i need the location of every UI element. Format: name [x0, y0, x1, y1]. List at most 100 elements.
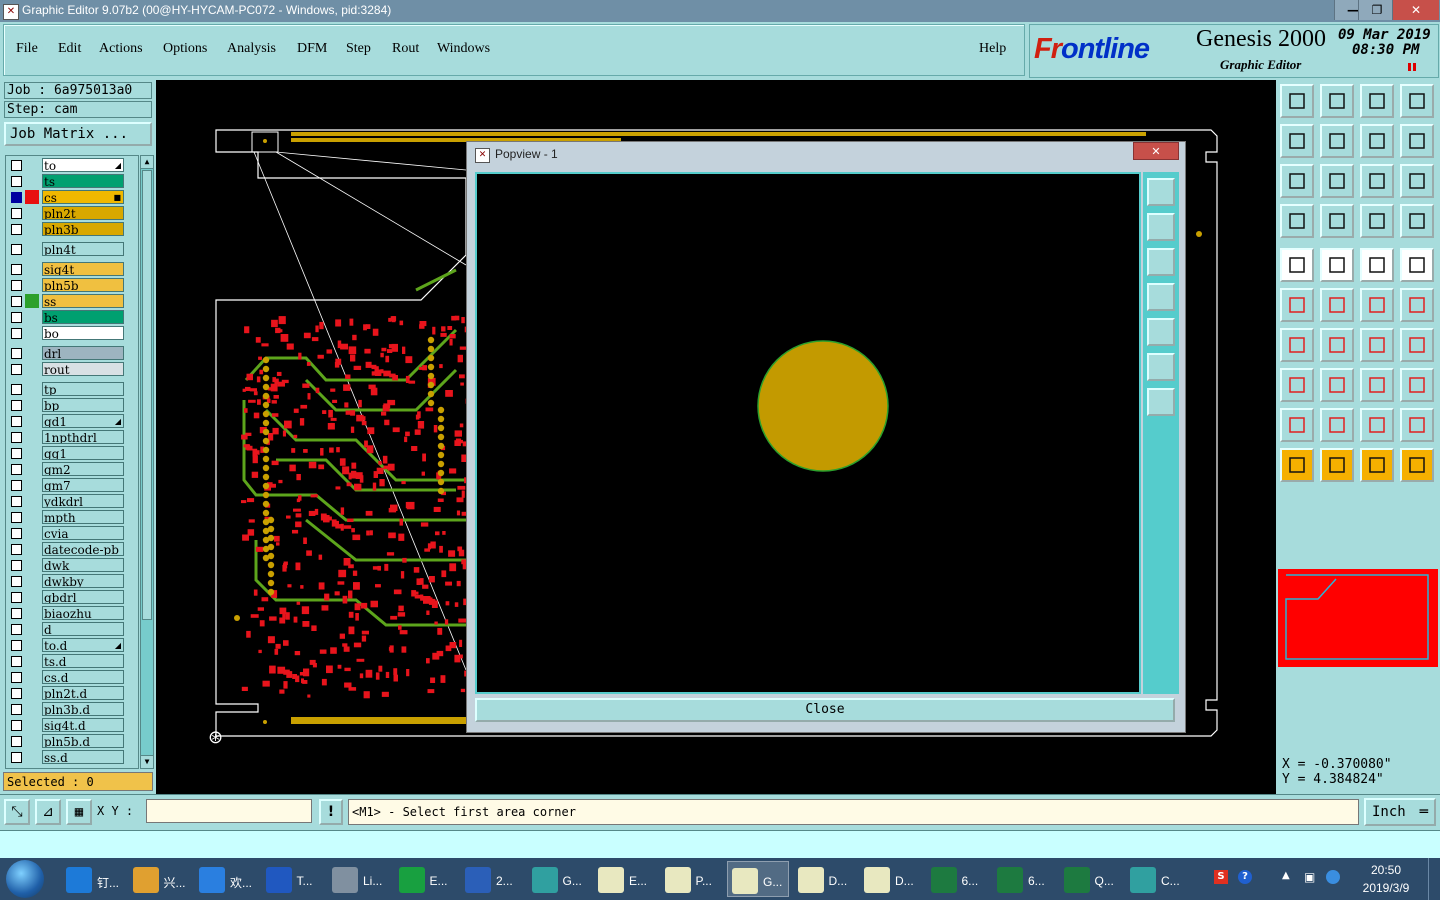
layer-checkbox[interactable]	[11, 576, 22, 587]
mirror-icon[interactable]	[1360, 124, 1394, 158]
layer-color-swatch[interactable]	[25, 622, 39, 636]
arrow-up-icon[interactable]	[1320, 408, 1354, 442]
arc-icon[interactable]	[1360, 408, 1394, 442]
show-desktop-button[interactable]	[1428, 858, 1440, 900]
layer-checkbox[interactable]	[11, 560, 22, 571]
layer-color-swatch[interactable]	[25, 702, 39, 716]
layer-row[interactable]: d	[8, 622, 128, 636]
layer-color-swatch[interactable]	[25, 734, 39, 748]
triangle-icon[interactable]	[1280, 408, 1314, 442]
taskbar-item[interactable]: D...	[794, 861, 856, 897]
taskbar-item[interactable]: G...	[727, 861, 789, 897]
layer-checkbox[interactable]	[11, 348, 22, 359]
snap-pointer-icon[interactable]	[1400, 448, 1434, 482]
layer-row[interactable]: sig4t	[8, 262, 128, 276]
layer-checkbox[interactable]	[11, 160, 22, 171]
arc2-icon[interactable]	[1400, 408, 1434, 442]
close-window-button[interactable]: ✕	[1392, 0, 1439, 20]
layer-row[interactable]: pln3b.d	[8, 702, 128, 716]
taskbar-item[interactable]: G...	[528, 861, 590, 897]
layer-row[interactable]: pln5b	[8, 278, 128, 292]
layer-color-swatch[interactable]	[25, 414, 39, 428]
layer-color-swatch[interactable]	[25, 606, 39, 620]
layer-color-swatch[interactable]	[25, 174, 39, 188]
rotate-icon[interactable]	[1360, 328, 1394, 362]
layer-checkbox[interactable]	[11, 296, 22, 307]
layer-checkbox[interactable]	[11, 512, 22, 523]
layer-row[interactable]: ts	[8, 174, 128, 188]
ruler-icon[interactable]	[1360, 248, 1394, 282]
maximize-button[interactable]: ❐	[1358, 0, 1395, 20]
taskbar-item[interactable]: 6...	[927, 861, 989, 897]
fit-icon[interactable]	[1280, 164, 1314, 198]
menu-edit[interactable]: Edit	[58, 41, 81, 57]
layer-row[interactable]: tp	[8, 382, 128, 396]
pointer-icon[interactable]	[1280, 448, 1314, 482]
taskbar-item[interactable]: T...	[262, 861, 324, 897]
menu-windows[interactable]: Windows	[437, 41, 490, 57]
layer-checkbox[interactable]	[11, 448, 22, 459]
taskbar-item[interactable]: 2...	[461, 861, 523, 897]
layer-color-swatch[interactable]	[25, 158, 39, 172]
zoom-fit-icon[interactable]	[1147, 178, 1175, 206]
xy-input[interactable]	[146, 799, 312, 823]
page-left-icon[interactable]	[1147, 283, 1175, 311]
layer-color-swatch[interactable]	[25, 346, 39, 360]
right-icon[interactable]	[1320, 124, 1354, 158]
layer-checkbox[interactable]	[11, 624, 22, 635]
menu-actions[interactable]: Actions	[99, 41, 143, 57]
center-icon[interactable]	[1320, 164, 1354, 198]
layer-color-swatch[interactable]	[25, 294, 39, 308]
layer-checkbox[interactable]	[11, 672, 22, 683]
layer-row[interactable]: ts.d	[8, 654, 128, 668]
layer-color-swatch[interactable]	[25, 446, 39, 460]
layer-row[interactable]: sig4t.d	[8, 718, 128, 732]
help-icon[interactable]	[1400, 164, 1434, 198]
layer-color-swatch[interactable]	[25, 670, 39, 684]
layer-row[interactable]: to.d ◢	[8, 638, 128, 652]
taskbar-item[interactable]: 欢...	[195, 861, 257, 897]
layer-row[interactable]: 1npthdrl	[8, 430, 128, 444]
zoom-area-icon[interactable]: ⤡	[4, 799, 30, 825]
layer-row[interactable]: drl	[8, 346, 128, 360]
ime-icon[interactable]: S	[1214, 870, 1228, 884]
page-up-icon[interactable]	[1147, 213, 1175, 241]
traffic2-icon[interactable]	[1400, 204, 1434, 238]
layer-row[interactable]: pln3b	[8, 222, 128, 236]
layer-row[interactable]: cvia	[8, 526, 128, 540]
layer-row[interactable]: rout	[8, 362, 128, 376]
minus-icon[interactable]	[1320, 368, 1354, 402]
layer-row[interactable]: ss	[8, 294, 128, 308]
layer-row[interactable]: cs.d	[8, 670, 128, 684]
layer-color-swatch[interactable]	[25, 686, 39, 700]
import-icon[interactable]	[1280, 84, 1314, 118]
layer-checkbox[interactable]	[11, 592, 22, 603]
layer-color-swatch[interactable]	[25, 654, 39, 668]
layer-checkbox[interactable]	[11, 704, 22, 715]
layer-checkbox[interactable]	[11, 328, 22, 339]
units-selector[interactable]: Inch ═	[1364, 798, 1436, 826]
taskbar-item[interactable]: 兴...	[129, 861, 191, 897]
layer-checkbox[interactable]	[11, 364, 22, 375]
layer-color-swatch[interactable]	[25, 510, 39, 524]
clock-icon[interactable]	[1360, 448, 1394, 482]
layer-color-swatch[interactable]	[25, 638, 39, 652]
layer-checkbox[interactable]	[11, 464, 22, 475]
layer-checkbox[interactable]	[11, 752, 22, 763]
move-view-icon[interactable]	[1147, 388, 1175, 416]
layer-checkbox[interactable]	[11, 496, 22, 507]
popview-close-button[interactable]: Close	[475, 698, 1175, 722]
layer-row[interactable]: gm2	[8, 462, 128, 476]
layer-color-swatch[interactable]	[25, 278, 39, 292]
page-right-icon[interactable]	[1147, 318, 1175, 346]
scale-icon[interactable]	[1360, 164, 1394, 198]
layer-checkbox[interactable]	[11, 736, 22, 747]
layer-row[interactable]: gg1	[8, 446, 128, 460]
layer-checkbox[interactable]	[11, 384, 22, 395]
layer-row[interactable]: ydkdrl	[8, 494, 128, 508]
export-icon[interactable]	[1320, 84, 1354, 118]
grid-icon[interactable]: ▦	[66, 799, 92, 825]
layer-checkbox[interactable]	[11, 432, 22, 443]
taskbar-item[interactable]: P...	[661, 861, 723, 897]
layer-checkbox[interactable]	[11, 528, 22, 539]
